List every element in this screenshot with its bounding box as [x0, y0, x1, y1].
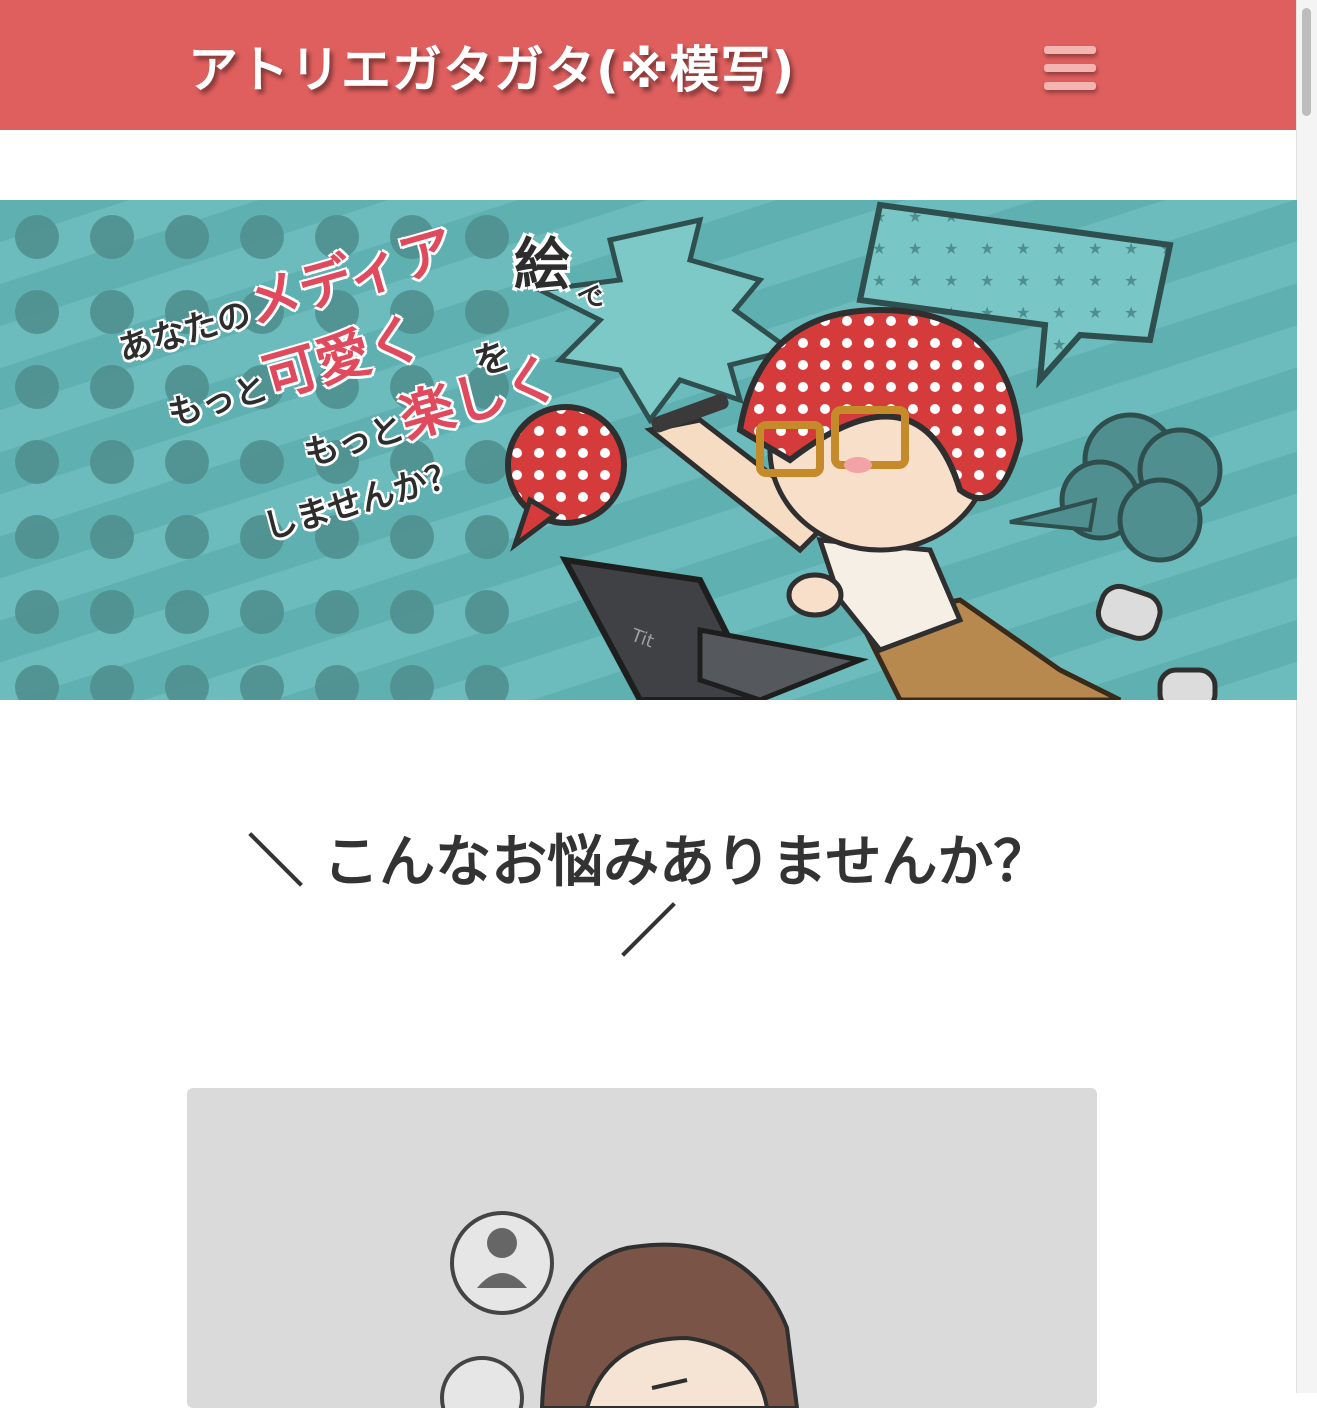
section-heading: ＼ こんなお悩みありませんか？ ／	[0, 828, 1297, 968]
hero-text: もっと	[163, 368, 273, 435]
scrollbar[interactable]	[1296, 0, 1317, 1393]
hero-banner: ★ Tit	[0, 200, 1297, 700]
hero-text: もっと	[299, 408, 410, 475]
section-heading-line-1: ＼ こんなお悩みありませんか？	[247, 830, 1050, 895]
user-icon	[450, 1211, 554, 1315]
user-icon	[440, 1356, 524, 1408]
site-title[interactable]: アトリエガタガタ(※模写)	[188, 30, 795, 102]
problem-card	[187, 1088, 1097, 1408]
site-header: アトリエガタガタ(※模写)	[0, 0, 1297, 130]
card-illustration	[440, 1211, 800, 1408]
section-heading-line-2: ／	[620, 900, 677, 965]
hamburger-menu-icon[interactable]	[1040, 42, 1100, 98]
scrollbar-thumb[interactable]	[1302, 8, 1311, 116]
